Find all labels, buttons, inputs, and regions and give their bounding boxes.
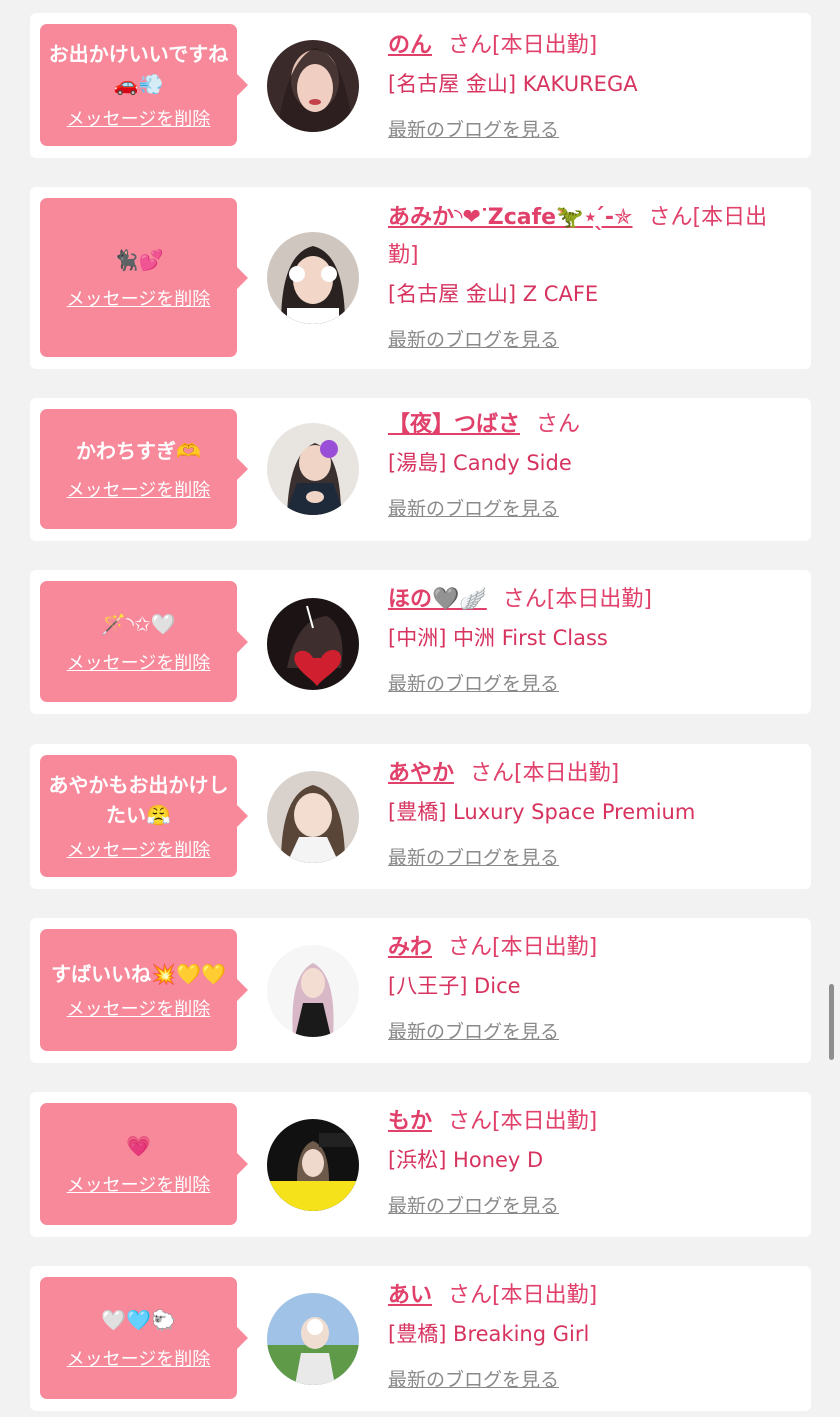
delete-message-link[interactable]: メッセージを削除: [67, 999, 211, 1021]
message-text: 🪄◝✩🤍: [101, 611, 176, 636]
blog-link[interactable]: 最新のブログを見る: [388, 1191, 559, 1218]
list-item: 🐈‍⬛💕 メッセージを削除 あみか◝❤︎ᐝZcafe🦖⋆ ̖́-✯ さん[本日出勤…: [30, 187, 811, 369]
blog-link[interactable]: 最新のブログを見る: [388, 115, 559, 142]
avatar[interactable]: [267, 1119, 359, 1211]
list-item: 💗 メッセージを削除 もか さん[本日出勤] [浜松] Honey D 最新のブロ…: [30, 1092, 811, 1237]
avatar[interactable]: [267, 40, 359, 132]
message-bubble: あやかもお出かけしたい😤 メッセージを削除: [40, 755, 248, 877]
blog-link[interactable]: 最新のブログを見る: [388, 494, 559, 521]
shop-name: [豊橋] Luxury Space Premium: [388, 800, 696, 824]
delete-message-link[interactable]: メッセージを削除: [67, 289, 211, 311]
message-bubble: 💗 メッセージを削除: [40, 1103, 248, 1225]
delete-message-link[interactable]: メッセージを削除: [67, 109, 211, 131]
item-info: あい さん[本日出勤] [豊橋] Breaking Girl 最新のブログを見る: [388, 1277, 793, 1392]
avatar[interactable]: [267, 1293, 359, 1385]
message-text: 🤍🩵🐑: [101, 1308, 176, 1332]
avatar[interactable]: [267, 598, 359, 690]
delete-message-link[interactable]: メッセージを削除: [67, 480, 211, 502]
delete-message-link[interactable]: メッセージを削除: [67, 840, 211, 862]
item-info: もか さん[本日出勤] [浜松] Honey D 最新のブログを見る: [388, 1103, 793, 1218]
item-info: 【夜】つばさ さん [湯島] Candy Side 最新のブログを見る: [388, 406, 793, 521]
message-bubble: すばいいね💥💛💛 メッセージを削除: [40, 929, 248, 1051]
message-bubble: 🤍🩵🐑 メッセージを削除: [40, 1277, 248, 1399]
list-item: お出かけいいですね🚗💨 メッセージを削除 のん さん[本日出勤] [名古屋 金山]…: [30, 13, 811, 158]
list-item: 🤍🩵🐑 メッセージを削除 あい さん[本日出勤] [豊橋] Breaking Gi…: [30, 1266, 811, 1411]
message-text: すばいいね💥💛💛: [51, 962, 226, 986]
name-line: みわ さん[本日出勤]: [388, 929, 793, 967]
message-bubble: かわちすぎ🫶 メッセージを削除: [40, 409, 248, 529]
delete-message-link[interactable]: メッセージを削除: [67, 1175, 211, 1197]
name-suffix: さん[本日出勤]: [502, 587, 652, 612]
blog-link[interactable]: 最新のブログを見る: [388, 325, 559, 352]
name-suffix: さん: [536, 412, 581, 437]
message-bubble: 🪄◝✩🤍 メッセージを削除: [40, 581, 248, 702]
avatar[interactable]: [267, 423, 359, 515]
name-suffix: さん[本日出勤]: [448, 935, 598, 960]
message-text: 🐈‍⬛💕: [113, 247, 164, 272]
shop-name: [豊橋] Breaking Girl: [388, 1322, 590, 1346]
avatar[interactable]: [267, 771, 359, 863]
blog-link[interactable]: 最新のブログを見る: [388, 1017, 559, 1044]
list-item: すばいいね💥💛💛 メッセージを削除 みわ さん[本日出勤] [八王子] Dice …: [30, 918, 811, 1063]
cast-name-link[interactable]: もか: [388, 1109, 432, 1134]
list-item: 🪄◝✩🤍 メッセージを削除 ほの🩶🪽 さん[本日出勤] [中洲] 中洲 First…: [30, 570, 811, 714]
item-info: あみか◝❤︎ᐝZcafe🦖⋆ ̖́-✯ さん[本日出勤] [名古屋 金山] Z C…: [388, 199, 793, 352]
name-line: もか さん[本日出勤]: [388, 1103, 793, 1141]
list-item: かわちすぎ🫶 メッセージを削除 【夜】つばさ さん [湯島] Candy Side…: [30, 398, 811, 541]
scrollbar[interactable]: [829, 984, 834, 1060]
name-suffix: さん[本日出勤]: [448, 1283, 598, 1308]
name-suffix: さん[本日出勤]: [470, 761, 620, 786]
item-info: のん さん[本日出勤] [名古屋 金山] KAKUREGA 最新のブログを見る: [388, 27, 793, 142]
message-text: お出かけいいですね🚗💨: [48, 42, 229, 96]
list-item: あやかもお出かけしたい😤 メッセージを削除 あやか さん[本日出勤] [豊橋] L…: [30, 744, 811, 889]
item-info: みわ さん[本日出勤] [八王子] Dice 最新のブログを見る: [388, 929, 793, 1044]
name-line: ほの🩶🪽 さん[本日出勤]: [388, 581, 793, 619]
cast-name-link[interactable]: あい: [388, 1283, 432, 1308]
shop-name: [名古屋 金山] KAKUREGA: [388, 72, 638, 96]
cast-name-link[interactable]: のん: [388, 33, 432, 58]
delete-message-link[interactable]: メッセージを削除: [67, 1349, 211, 1371]
name-suffix: さん[本日出勤]: [448, 33, 598, 58]
name-line: のん さん[本日出勤]: [388, 27, 793, 65]
message-bubble: 🐈‍⬛💕 メッセージを削除: [40, 198, 248, 357]
cast-name-link[interactable]: あやか: [388, 761, 454, 786]
name-line: 【夜】つばさ さん: [388, 406, 793, 444]
cast-name-link[interactable]: あみか◝❤︎ᐝZcafe🦖⋆ ̖́-✯: [388, 205, 632, 230]
message-text: 💗: [126, 1134, 151, 1158]
blog-link[interactable]: 最新のブログを見る: [388, 843, 559, 870]
message-text: あやかもお出かけしたい😤: [48, 773, 229, 827]
shop-name: [湯島] Candy Side: [388, 451, 572, 475]
cast-name-link[interactable]: 【夜】つばさ: [388, 412, 520, 437]
cast-name-link[interactable]: ほの🩶🪽: [388, 587, 487, 612]
cast-name-link[interactable]: みわ: [388, 935, 432, 960]
shop-name: [名古屋 金山] Z CAFE: [388, 282, 599, 306]
blog-link[interactable]: 最新のブログを見る: [388, 1365, 559, 1392]
name-suffix: さん[本日出勤]: [448, 1109, 598, 1134]
message-bubble: お出かけいいですね🚗💨 メッセージを削除: [40, 24, 248, 146]
avatar[interactable]: [267, 945, 359, 1037]
shop-name: [八王子] Dice: [388, 974, 521, 998]
item-info: ほの🩶🪽 さん[本日出勤] [中洲] 中洲 First Class 最新のブログを…: [388, 581, 793, 696]
blog-link[interactable]: 最新のブログを見る: [388, 669, 559, 696]
name-line: あやか さん[本日出勤]: [388, 755, 793, 793]
shop-name: [中洲] 中洲 First Class: [388, 626, 608, 650]
avatar[interactable]: [267, 232, 359, 324]
message-text: かわちすぎ🫶: [76, 439, 201, 463]
shop-name: [浜松] Honey D: [388, 1148, 544, 1172]
delete-message-link[interactable]: メッセージを削除: [67, 653, 211, 675]
name-line: あい さん[本日出勤]: [388, 1277, 793, 1315]
name-line: あみか◝❤︎ᐝZcafe🦖⋆ ̖́-✯ さん[本日出勤]: [388, 199, 793, 275]
item-info: あやか さん[本日出勤] [豊橋] Luxury Space Premium 最新…: [388, 755, 793, 870]
